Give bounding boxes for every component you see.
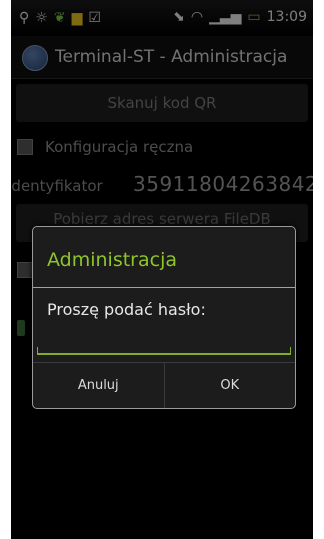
dialog-title: Administracja: [47, 249, 178, 271]
dialog-button-bar: Anuluj OK: [33, 362, 296, 408]
password-field[interactable]: [37, 331, 291, 355]
dialog-title-divider: [33, 287, 295, 288]
dialog-message: Proszę podać hasło:: [47, 300, 206, 319]
phone-screen: ⚲ ☼ ❦ ▆ ☑ ⬊ ◠ ▁▃▅ ▭ 13:09 Terminal-ST - …: [11, 0, 313, 539]
password-dialog: Administracja Proszę podać hasło: Anuluj…: [32, 226, 296, 409]
cancel-button[interactable]: Anuluj: [33, 363, 165, 408]
ok-button[interactable]: OK: [165, 363, 296, 408]
